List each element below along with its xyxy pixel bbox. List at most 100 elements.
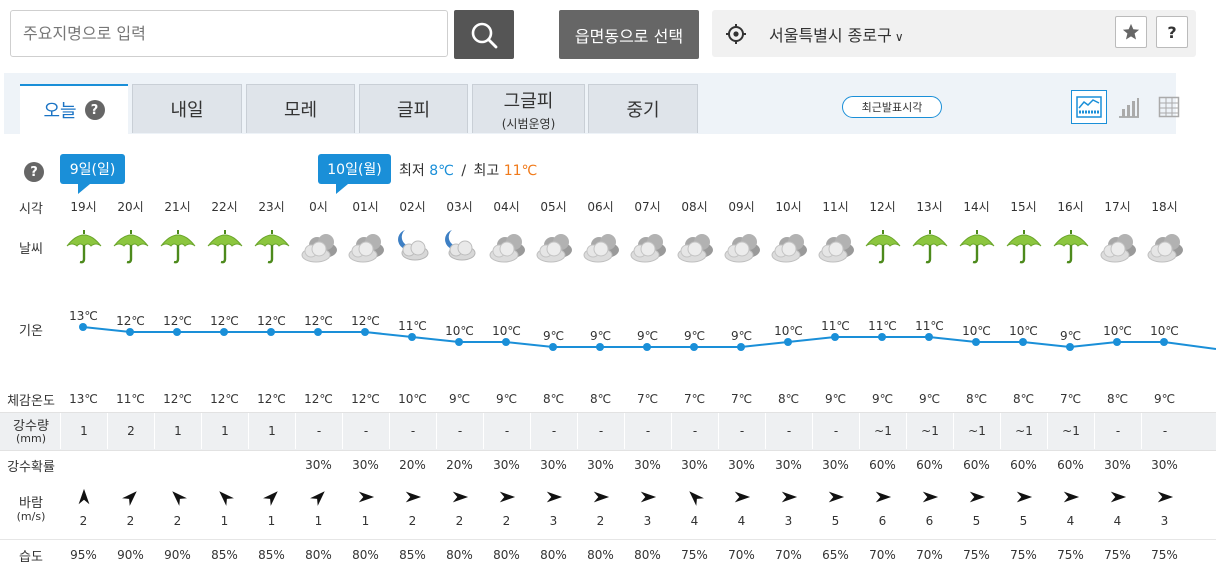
precip-value: - <box>342 413 389 449</box>
temperature-point <box>361 328 369 336</box>
search-input[interactable] <box>10 10 448 57</box>
tab-4[interactable]: 그글피 (시범운영) <box>472 84 585 133</box>
graph-view-button[interactable] <box>1071 90 1107 124</box>
humidity-value: 75% <box>1010 548 1037 562</box>
feels-like-value: 9℃ <box>448 392 471 406</box>
temperature-point <box>455 338 463 346</box>
tab-label-row: 중기 <box>626 96 659 122</box>
precip-probability: 30% <box>305 458 332 472</box>
separator: / <box>461 163 467 179</box>
precip-value: ~1 <box>953 413 1000 449</box>
humidity-value: 70% <box>728 548 755 562</box>
weather-icon-cloudy <box>342 226 389 266</box>
weather-icon-umbrella <box>248 226 295 266</box>
row-label-humidity: 습도 <box>19 550 43 565</box>
temp-value: 13℃ <box>69 309 98 323</box>
weather-icon-umbrella <box>201 226 248 266</box>
precip-value: - <box>765 413 812 449</box>
hour-time: 16시 <box>1057 200 1084 214</box>
min-value: 8℃ <box>429 163 454 179</box>
feels-like-value: 12℃ <box>210 392 239 406</box>
tab-0[interactable]: 오늘? <box>20 84 128 134</box>
tab-label-row: 오늘? <box>43 97 105 123</box>
temp-value: 12℃ <box>304 314 333 328</box>
wind-speed: 2 <box>455 514 464 528</box>
temperature-point <box>549 343 557 351</box>
bar-chart-button[interactable] <box>1111 90 1147 124</box>
row-label-wind-unit: (m/s) <box>16 510 46 523</box>
temp-value: 10℃ <box>1103 324 1132 338</box>
help-button[interactable]: ? <box>1156 16 1188 48</box>
temperature-point <box>1019 338 1027 346</box>
wind-direction-icon <box>154 488 201 508</box>
hour-time: 13시 <box>916 200 943 214</box>
precip-probability: 20% <box>399 458 426 472</box>
wind-speed: 2 <box>596 514 605 528</box>
feels-like-value: 9℃ <box>918 392 941 406</box>
precip-probability: 30% <box>681 458 708 472</box>
wind-speed: 2 <box>79 514 88 528</box>
temp-value: 11℃ <box>915 319 944 333</box>
precip-value: - <box>812 413 859 449</box>
min-label: 최저 <box>399 163 425 179</box>
humidity-value: 80% <box>587 548 614 562</box>
hour-time: 19시 <box>70 200 97 214</box>
tab-3[interactable]: 글피 <box>359 84 468 133</box>
wind-direction-icon <box>812 488 859 508</box>
search-button[interactable] <box>454 10 514 59</box>
graph-view-icon <box>1076 96 1102 118</box>
favorite-button[interactable] <box>1115 16 1147 48</box>
table-view-button[interactable] <box>1151 90 1187 124</box>
precip-value: - <box>295 413 342 449</box>
wind-speed: 2 <box>126 514 135 528</box>
tab-5[interactable]: 중기 <box>588 84 698 133</box>
precip-value: 1 <box>201 413 248 449</box>
temp-value: 12℃ <box>116 314 145 328</box>
forecast-help-icon[interactable]: ? <box>24 162 44 182</box>
row-label-weather: 날씨 <box>19 242 43 257</box>
temp-value: 11℃ <box>868 319 897 333</box>
wind-speed: 5 <box>831 514 840 528</box>
temperature-point <box>972 338 980 346</box>
temperature-point <box>79 323 87 331</box>
wind-speed: 1 <box>267 514 276 528</box>
tab-label-row: 글피 <box>397 96 430 122</box>
temperature-point <box>267 328 275 336</box>
precip-value: ~1 <box>859 413 906 449</box>
recent-time-button[interactable]: 최근발표시각 <box>842 96 942 118</box>
hour-time: 01시 <box>352 200 379 214</box>
hour-time: 08시 <box>681 200 708 214</box>
temp-value: 9℃ <box>683 329 706 343</box>
wind-direction-icon <box>624 488 671 508</box>
bar-chart-icon <box>1119 98 1139 118</box>
precip-value: - <box>389 413 436 449</box>
precip-value: - <box>671 413 718 449</box>
feels-like-value: 11℃ <box>116 392 145 406</box>
wind-direction-icon <box>906 488 953 508</box>
weather-icon-cloudy <box>1094 226 1141 266</box>
location-selector[interactable]: 서울특별시 종로구 ∨ <box>769 22 904 46</box>
hour-time: 22시 <box>211 200 238 214</box>
humidity-value: 95% <box>70 548 97 562</box>
humidity-value: 70% <box>775 548 802 562</box>
weather-icon-cloudy <box>577 226 624 266</box>
wind-speed: 6 <box>878 514 887 528</box>
temp-value: 10℃ <box>492 324 521 338</box>
temperature-point <box>126 328 134 336</box>
humidity-value: 85% <box>211 548 238 562</box>
temp-value: 10℃ <box>774 324 803 338</box>
temp-value: 10℃ <box>1009 324 1038 338</box>
precip-probability: 60% <box>963 458 990 472</box>
current-location-icon[interactable] <box>726 24 746 44</box>
tab-2[interactable]: 모레 <box>246 84 355 133</box>
tab-help-icon[interactable]: ? <box>84 100 105 120</box>
precip-probability: 30% <box>540 458 567 472</box>
temperature-point <box>925 333 933 341</box>
weather-icon-cloudy <box>765 226 812 266</box>
hour-time: 04시 <box>493 200 520 214</box>
tab-1[interactable]: 내일 <box>132 84 242 133</box>
region-select-button[interactable]: 읍면동으로 선택 <box>559 10 699 59</box>
wind-speed: 5 <box>1019 514 1028 528</box>
wind-speed: 2 <box>173 514 182 528</box>
temperature-point <box>643 343 651 351</box>
